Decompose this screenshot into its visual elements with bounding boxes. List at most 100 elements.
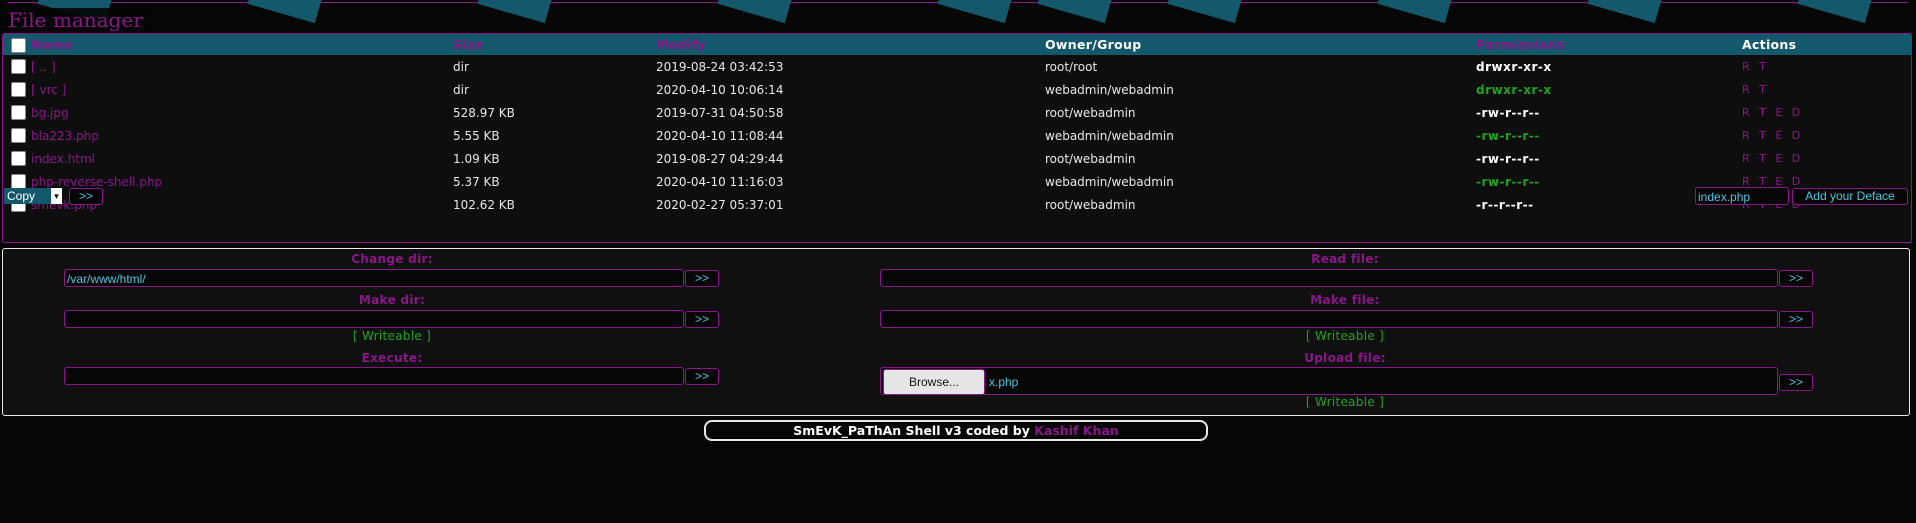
deface-file-input[interactable]: index.php [1695, 187, 1789, 205]
execute-input[interactable] [64, 367, 684, 385]
file-owner: root/webadmin [1045, 151, 1136, 166]
make-dir-writeable-status: [ Writeable ] [352, 329, 432, 343]
make-file-input[interactable] [880, 310, 1778, 328]
bulk-action-select[interactable]: Copy ▾ [4, 188, 62, 204]
row-select-cell [3, 55, 30, 78]
file-owner: webadmin/webadmin [1045, 174, 1174, 189]
file-actions[interactable]: R T E D [1741, 147, 1911, 170]
row-select-cell [3, 78, 30, 101]
stripe-block [1587, 0, 1663, 24]
row-select-cell [3, 124, 30, 147]
table-row: index.html 1.09 KB 2019-08-27 04:29:44 root… [3, 147, 1911, 170]
upload-writeable-status: [ Writeable ] [1305, 395, 1385, 409]
file-owner: root/root [1045, 59, 1098, 74]
table-row: bg.jpg 528.97 KB 2019-07-31 04:50:58 root/w… [3, 101, 1911, 124]
file-name-link[interactable]: index.html [30, 147, 452, 170]
read-file-label: Read file: [1311, 252, 1379, 266]
upload-filename: x.php [989, 375, 1019, 389]
stripe-block [477, 0, 553, 24]
top-decoration [0, 0, 1916, 30]
file-modify: 2020-02-27 05:37:01 [656, 197, 784, 212]
file-actions[interactable]: R T [1741, 55, 1911, 78]
make-dir-input[interactable] [64, 310, 684, 328]
select-all-checkbox[interactable] [11, 37, 26, 53]
row-checkbox[interactable] [11, 82, 26, 97]
table-header-row: Name Size Modify Owner/Group Permissions… [3, 34, 1911, 55]
file-manager-title: File manager [6, 8, 149, 32]
file-permissions[interactable]: -rw-r--r-- [1475, 101, 1741, 124]
col-owner: Owner/Group [1044, 34, 1475, 55]
file-modify: 2020-04-10 11:08:44 [656, 128, 784, 143]
table-row: bla223.php 5.55 KB 2020-04-10 11:08:44 weba… [3, 124, 1911, 147]
change-dir-go-button[interactable]: >> [685, 270, 719, 287]
row-select-cell [3, 101, 30, 124]
file-name-link[interactable]: bla223.php [30, 124, 452, 147]
file-actions[interactable]: R T E D [1741, 101, 1911, 124]
read-file-go-button[interactable]: >> [1779, 270, 1813, 287]
change-dir-input[interactable]: /var/www/html/ [64, 269, 684, 287]
select-all-cell [3, 34, 30, 55]
file-manager-panel: Name Size Modify Owner/Group Permissions… [2, 33, 1912, 243]
file-modify: 2019-08-27 04:29:44 [656, 151, 784, 166]
file-table: Name Size Modify Owner/Group Permissions… [3, 34, 1911, 216]
make-dir-go-button[interactable]: >> [685, 311, 719, 328]
file-owner: webadmin/webadmin [1045, 82, 1174, 97]
file-owner: root/webadmin [1045, 105, 1136, 120]
row-select-cell [3, 147, 30, 170]
file-size: 5.55 KB [453, 128, 500, 143]
stripe-block [937, 0, 1013, 24]
col-name[interactable]: Name [30, 34, 452, 55]
bulk-action-value: Copy [7, 189, 36, 203]
file-actions[interactable]: R T E D [1741, 124, 1911, 147]
file-modify: 2020-04-10 10:06:14 [656, 82, 784, 97]
make-file-go-button[interactable]: >> [1779, 311, 1813, 328]
row-checkbox[interactable] [11, 151, 26, 166]
file-name-link[interactable]: bg.jpg [30, 101, 452, 124]
file-permissions[interactable]: -rw-r--r-- [1475, 124, 1741, 147]
row-checkbox[interactable] [11, 174, 26, 189]
row-checkbox[interactable] [11, 128, 26, 143]
file-modify: 2019-07-31 04:50:58 [656, 105, 784, 120]
file-permissions[interactable]: drwxr-xr-x [1475, 78, 1741, 101]
upload-file-label: Upload file: [1304, 351, 1386, 365]
file-permissions[interactable]: -rw-r--r-- [1475, 147, 1741, 170]
make-file-writeable-status: [ Writeable ] [1305, 329, 1385, 343]
file-size: 5.37 KB [453, 174, 500, 189]
file-size: 1.09 KB [453, 151, 500, 166]
file-size: 102.62 KB [453, 197, 515, 212]
chevron-down-icon: ▾ [51, 188, 62, 204]
file-size: dir [453, 59, 469, 74]
footer-text: SmEvK_PaThAn Shell v3 coded by [793, 423, 1030, 438]
file-name-link[interactable]: [ .. ] [30, 55, 452, 78]
file-actions[interactable]: R T [1741, 78, 1911, 101]
change-dir-label: Change dir: [351, 252, 433, 266]
upload-file-input[interactable]: x.php [880, 367, 1778, 395]
upload-go-button[interactable]: >> [1779, 374, 1813, 391]
browse-button[interactable]: Browse... [883, 369, 985, 395]
table-row: [ .. ] dir 2019-08-24 03:42:53 root/root drw… [3, 55, 1911, 78]
execute-go-button[interactable]: >> [685, 368, 719, 385]
footer-credit: SmEvK_PaThAn Shell v3 coded by Kashif Kh… [704, 420, 1208, 441]
table-row: [ vrc ] dir 2020-04-10 10:06:14 webadmin/we… [3, 78, 1911, 101]
file-permissions[interactable]: drwxr-xr-x [1475, 55, 1741, 78]
col-modify[interactable]: Modify [655, 34, 1044, 55]
row-checkbox[interactable] [11, 59, 26, 74]
stripe-block [1797, 0, 1873, 24]
row-checkbox[interactable] [11, 105, 26, 120]
file-owner: root/webadmin [1045, 197, 1136, 212]
make-file-label: Make file: [1310, 293, 1380, 307]
read-file-input[interactable] [880, 269, 1778, 287]
col-size[interactable]: Size [452, 34, 655, 55]
file-name-link[interactable]: [ vrc ] [30, 78, 452, 101]
stripe-block [717, 0, 793, 24]
stripe-block [1377, 0, 1453, 24]
col-permissions[interactable]: Permissions [1475, 34, 1741, 55]
stripe-block [247, 0, 323, 24]
add-deface-button[interactable]: Add your Deface [1792, 188, 1908, 205]
table-row: php-reverse-shell.php 5.37 KB 2020-04-10 1… [3, 170, 1911, 193]
bulk-go-button[interactable]: >> [69, 188, 103, 205]
file-owner: webadmin/webadmin [1045, 128, 1174, 143]
execute-label: Execute: [361, 351, 423, 365]
footer-author[interactable]: Kashif Khan [1034, 423, 1118, 438]
file-size: dir [453, 82, 469, 97]
